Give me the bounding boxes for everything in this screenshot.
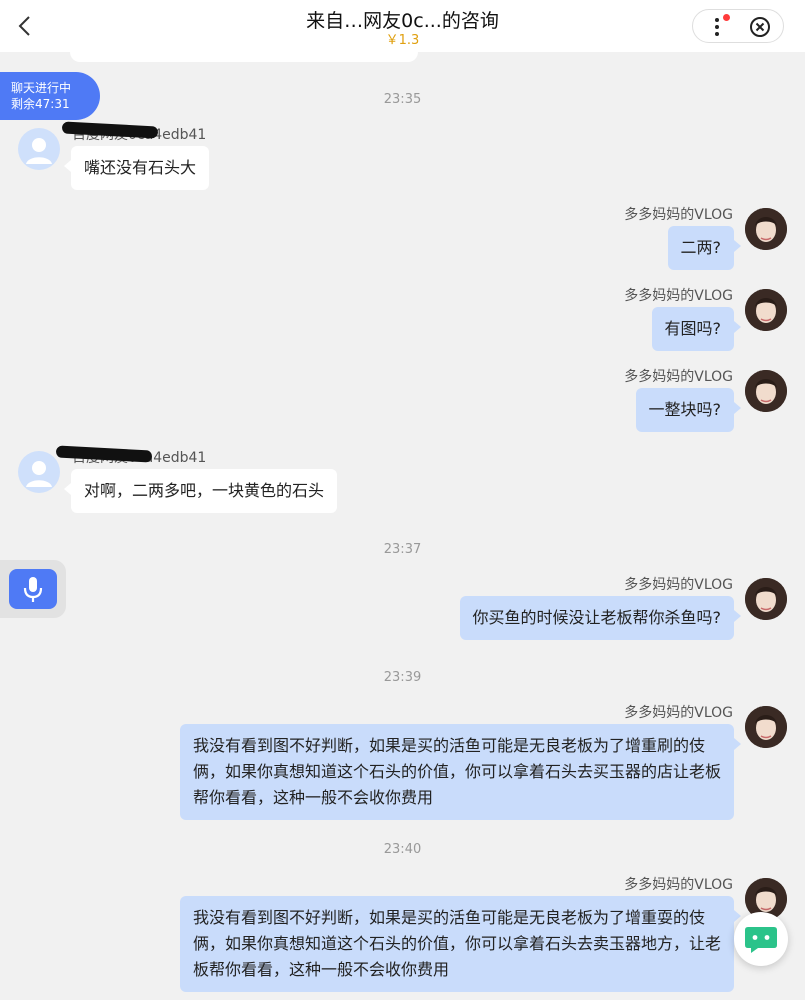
portrait-image [745, 706, 787, 748]
bubble-tail [734, 738, 741, 750]
voice-input-button[interactable] [9, 569, 57, 609]
bubble-tail [734, 610, 741, 622]
message-bubble: 有图吗? [651, 307, 734, 351]
expert-avatar[interactable] [745, 289, 787, 331]
timestamp: 23:37 [383, 542, 422, 557]
timestamp: 23:39 [383, 670, 422, 685]
time-remaining: 剩余47:31 [11, 97, 70, 111]
message-bubble: 对啊，二两多吧，一块黄色的石头 [71, 469, 338, 513]
expert-avatar[interactable] [745, 208, 787, 250]
timestamp: 23:40 [383, 842, 422, 857]
message-text: 二两? [680, 238, 722, 257]
notification-dot [723, 14, 730, 21]
close-icon[interactable] [749, 16, 771, 38]
message-text: 嘴还没有石头大 [84, 158, 197, 177]
expert-avatar[interactable] [745, 370, 787, 412]
portrait-image [745, 370, 787, 412]
message-text: 你买鱼的时候没让老板帮你杀鱼吗? [472, 608, 722, 627]
sender-name: 多多妈妈的VLOG [624, 369, 733, 385]
message-text: 有图吗? [664, 319, 722, 338]
bubble-tail [734, 402, 741, 414]
user-placeholder-icon [26, 138, 52, 164]
portrait-image [745, 578, 787, 620]
expert-avatar[interactable] [745, 706, 787, 748]
voice-panel [0, 560, 66, 618]
portrait-image [745, 289, 787, 331]
message-text: 对啊，二两多吧，一块黄色的石头 [84, 481, 325, 500]
message-bubble: 嘴还没有石头大 [71, 146, 210, 190]
sender-name: 多多妈妈的VLOG [624, 288, 733, 304]
mini-program-capsule [692, 9, 784, 43]
sender-name: 多多妈妈的VLOG [624, 577, 733, 593]
consult-price: ￥1.3 [385, 33, 420, 48]
user-avatar[interactable] [18, 128, 60, 170]
message-bubble: 我没有看到图不好判断，如果是买的活鱼可能是无良老板为了增重耍的伎俩，如果你真想知… [180, 896, 734, 992]
message-text: 我没有看到图不好判断，如果是买的活鱼可能是无良老板为了增重刷的伎俩，如果你真想知… [193, 736, 722, 807]
sender-name-suffix: a4edb41 [144, 450, 207, 466]
bubble-tail [734, 240, 741, 252]
user-placeholder-icon [26, 461, 52, 487]
bubble-tail [64, 160, 71, 172]
chat-bubble-icon [745, 927, 777, 953]
microphone-icon [23, 577, 43, 602]
chat-status-badge: 聊天进行中 剩余47:31 [0, 72, 100, 120]
message-bubble: 二两? [667, 226, 734, 270]
expert-avatar[interactable] [745, 578, 787, 620]
message-bubble: 一整块吗? [635, 388, 734, 432]
bubble-tail [734, 321, 741, 333]
message-bubble: 你买鱼的时候没让老板帮你杀鱼吗? [459, 596, 734, 640]
user-avatar[interactable] [18, 451, 60, 493]
bubble-tail [64, 483, 71, 495]
timestamp: 23:35 [383, 92, 422, 107]
message-text: 一整块吗? [648, 400, 722, 419]
top-bar: 来自…网友0c...的咨询 ￥1.3 [0, 0, 805, 52]
sender-name: 多多妈妈的VLOG [624, 207, 733, 223]
sender-name: 多多妈妈的VLOG [624, 877, 733, 893]
message-bubble: 我没有看到图不好判断，如果是买的活鱼可能是无良老板为了增重刷的伎俩，如果你真想知… [180, 724, 734, 820]
portrait-image [745, 208, 787, 250]
chat-status-text: 聊天进行中 [11, 81, 72, 95]
floating-chat-button[interactable] [734, 912, 788, 966]
message-text: 我没有看到图不好判断，如果是买的活鱼可能是无良老板为了增重耍的伎俩，如果你真想知… [193, 908, 722, 979]
sender-name: 多多妈妈的VLOG [624, 705, 733, 721]
